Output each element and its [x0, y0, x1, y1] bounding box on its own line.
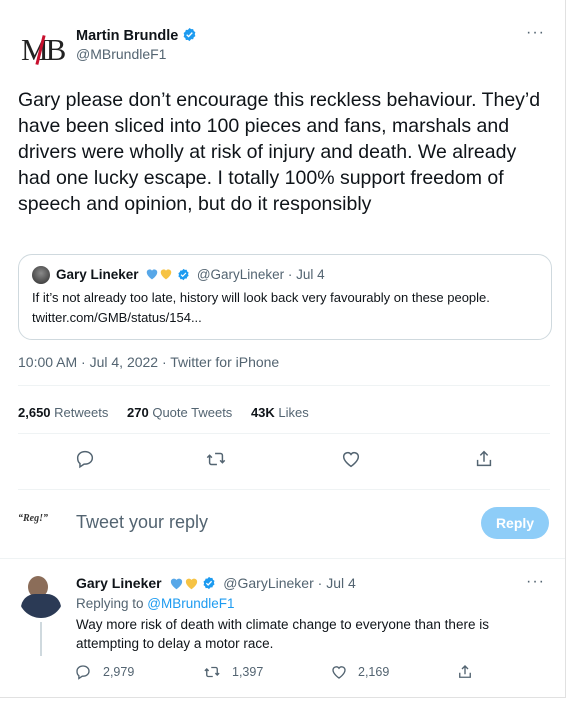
- tweet-timestamp[interactable]: 10:00 AM · Jul 4, 2022 ·: [18, 354, 170, 370]
- quotes-count: 270: [127, 405, 149, 420]
- retweets-count: 2,650: [18, 405, 51, 420]
- reply-count: 2,979: [103, 665, 135, 679]
- author-handle[interactable]: @MBrundleF1: [76, 46, 166, 62]
- reply-icon[interactable]: [74, 448, 96, 470]
- more-options-icon[interactable]: ···: [526, 24, 545, 42]
- share-icon[interactable]: [456, 663, 474, 681]
- avatar-photo-figure: [21, 594, 61, 618]
- quote-tweets-stat[interactable]: 270 Quote Tweets: [127, 405, 232, 420]
- reply-icon[interactable]: [74, 663, 92, 681]
- like-icon[interactable]: [330, 663, 348, 681]
- retweets-label: Retweets: [54, 405, 109, 420]
- share-icon[interactable]: [473, 448, 495, 470]
- tweet-source[interactable]: Twitter for iPhone: [170, 354, 279, 370]
- like-icon[interactable]: [340, 448, 362, 470]
- retweet-count: 1,397: [232, 665, 264, 679]
- reply-more-options-icon[interactable]: ···: [526, 573, 545, 591]
- reply-author-name[interactable]: Gary Lineker: [76, 575, 162, 591]
- replying-to-prefix: Replying to: [76, 596, 148, 611]
- yellow-heart-icon: [185, 578, 197, 590]
- reply-text-line1: Way more risk of death with climate chan…: [76, 617, 489, 632]
- retweet-icon[interactable]: [203, 663, 221, 681]
- blue-heart-icon: [147, 269, 158, 280]
- reply-input[interactable]: Tweet your reply: [76, 512, 466, 533]
- divider: [18, 489, 550, 490]
- quoted-handle-date: @GaryLineker · Jul 4: [196, 267, 325, 282]
- retweets-stat[interactable]: 2,650 Retweets: [18, 405, 108, 420]
- author-name[interactable]: Martin Brundle: [76, 28, 178, 44]
- reply-author-avatar[interactable]: [18, 572, 64, 618]
- author-avatar[interactable]: MB: [20, 28, 66, 72]
- quoted-tweet[interactable]: Gary Lineker @GaryLineker · Jul 4 If it’…: [18, 254, 552, 340]
- likes-count: 43K: [250, 405, 275, 420]
- divider: [0, 558, 565, 559]
- reply-text-line2: attempting to delay a motor race.: [76, 636, 274, 651]
- verified-badge-icon: [178, 268, 189, 281]
- likes-label: Likes: [278, 405, 309, 420]
- blue-heart-icon: [170, 578, 182, 590]
- quoted-text: If it’s not already too late, history wi…: [32, 290, 490, 305]
- quoted-link[interactable]: twitter.com/GMB/status/154...: [32, 310, 202, 325]
- replying-to-link[interactable]: @MBrundleF1: [147, 596, 234, 611]
- divider: [18, 385, 550, 386]
- tweet-text: Gary please don’t encourage this reckles…: [18, 89, 541, 215]
- retweet-icon[interactable]: [205, 448, 227, 470]
- likes-stat[interactable]: 43K Likes: [251, 405, 309, 420]
- tweet-frame: MB Martin Brundle @MBrundleF1 ··· Gary p…: [0, 0, 566, 698]
- composer-avatar: “Reg!”: [18, 513, 48, 524]
- quotes-label: Quote Tweets: [152, 405, 233, 420]
- quoted-avatar: [32, 266, 50, 284]
- divider: [18, 433, 550, 434]
- like-count: 2,169: [358, 665, 390, 679]
- reply-handle-date[interactable]: @GaryLineker · Jul 4: [223, 575, 355, 591]
- reply-button[interactable]: Reply: [481, 507, 549, 539]
- quoted-author-name: Gary Lineker: [56, 267, 139, 282]
- verified-badge-icon: [203, 576, 215, 590]
- reply-thread-line: [40, 622, 42, 656]
- yellow-heart-icon: [161, 269, 172, 280]
- verified-badge-icon: [183, 27, 196, 42]
